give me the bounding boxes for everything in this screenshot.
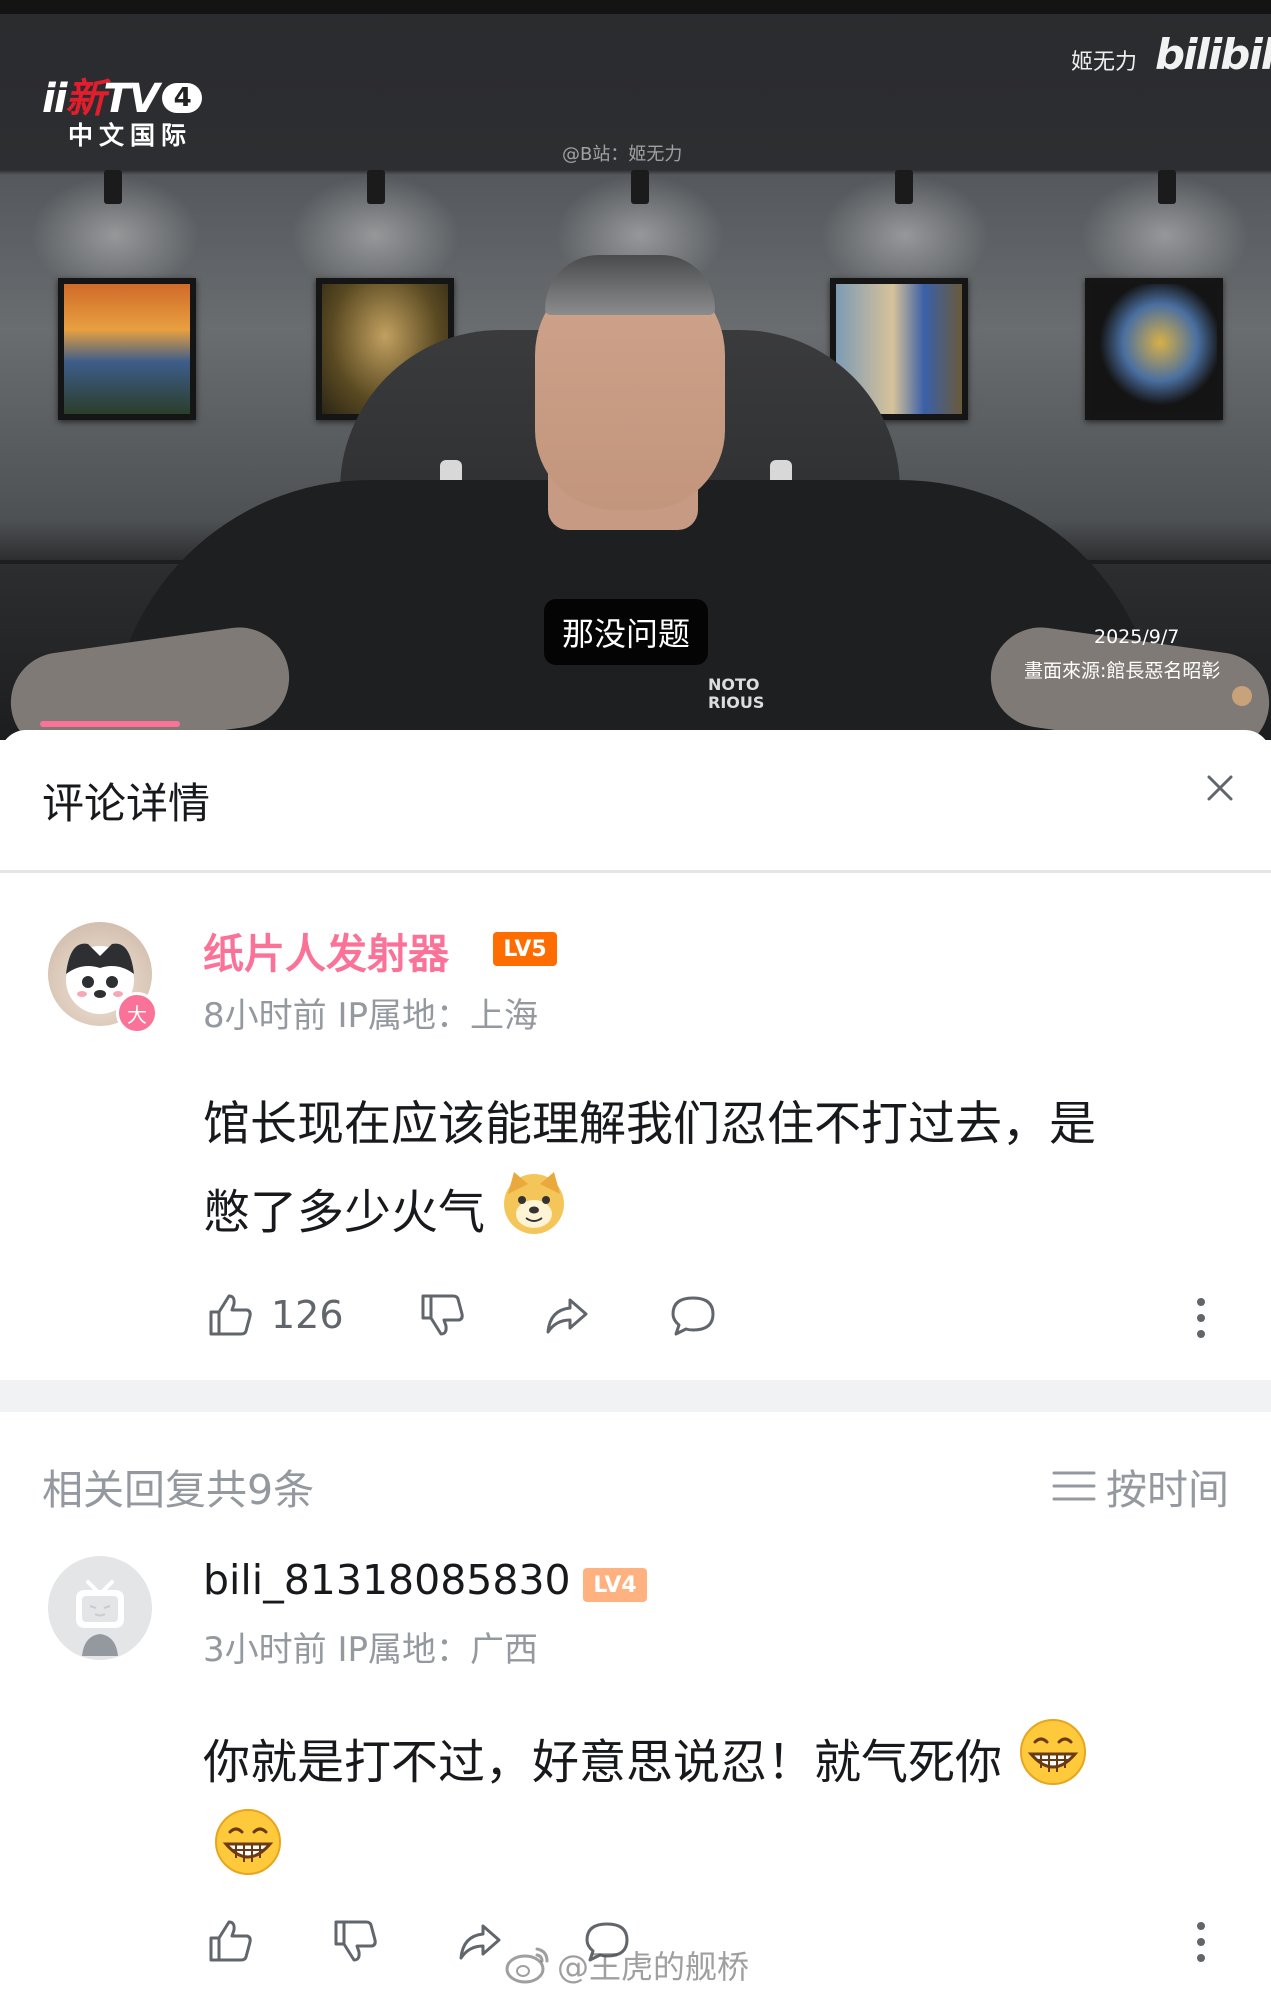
comment-bubble-icon bbox=[671, 1296, 715, 1336]
thumbs-up-icon bbox=[209, 1920, 252, 1962]
video-date: 2025/9/7 bbox=[1094, 626, 1180, 648]
bilibili-logo: bilibili bbox=[1155, 30, 1271, 79]
comment-text-line2-text: 憋了多少火气 bbox=[203, 1185, 485, 1241]
ceiling-lamp bbox=[367, 170, 385, 204]
reply-avatar[interactable] bbox=[48, 1556, 152, 1660]
shirt-logo: NOTO RIOUS bbox=[708, 675, 765, 712]
comment-text-line2: 憋了多少火气 bbox=[203, 1168, 568, 1264]
weibo-watermark: @王虎的舰桥 bbox=[505, 1942, 749, 1988]
video-subtitle: 那没问题 bbox=[544, 599, 709, 665]
sort-button[interactable]: 按时间 bbox=[1052, 1456, 1229, 1516]
uploader-watermark: @B站：姬无力 bbox=[562, 144, 683, 165]
thumbs-down-icon bbox=[421, 1294, 464, 1336]
ceiling-lamp bbox=[631, 170, 649, 204]
section-separator bbox=[0, 1380, 1271, 1412]
comment-username[interactable]: 纸片人发射器 bbox=[203, 920, 449, 980]
ceiling-lamp bbox=[1158, 170, 1176, 204]
person-hair bbox=[545, 255, 715, 315]
weibo-watermark-text: @王虎的舰桥 bbox=[557, 1948, 750, 1986]
level-badge-lv4: LV4 bbox=[583, 1568, 647, 1602]
reply-text: 你就是打不过，好意思说忍！就气死你 bbox=[203, 1716, 1089, 1816]
comment-detail-sheet: 评论详情 大 纸片人发射器 LV5 8小时前 IP属地：上海 馆长现在应该能理解… bbox=[0, 730, 1271, 2015]
video-progress-bar[interactable] bbox=[40, 721, 180, 727]
reply-dislike-button[interactable] bbox=[330, 1916, 380, 1970]
painting-scream bbox=[58, 278, 196, 420]
reply-more-options-button[interactable] bbox=[1193, 1920, 1209, 1968]
sort-label: 按时间 bbox=[1106, 1466, 1229, 1514]
reply-button[interactable] bbox=[668, 1290, 718, 1344]
reply-like-button[interactable] bbox=[205, 1916, 255, 1970]
like-button[interactable]: 126 bbox=[205, 1290, 344, 1340]
reply-text-content: 你就是打不过，好意思说忍！就气死你 bbox=[203, 1735, 1002, 1791]
reply-meta: 3小时前 IP属地：广西 bbox=[203, 1630, 538, 1670]
vip-badge: 大 bbox=[116, 992, 158, 1034]
divider bbox=[0, 870, 1271, 873]
reply-username[interactable]: bili_81318085830 bbox=[203, 1556, 571, 1604]
sort-lines-icon bbox=[1052, 1471, 1096, 1501]
ceiling-lamp bbox=[104, 170, 122, 204]
comment-meta: 8小时前 IP属地：上海 bbox=[203, 996, 538, 1036]
weibo-logo-icon bbox=[505, 1947, 549, 1984]
thumbs-down-icon bbox=[334, 1920, 377, 1962]
share-icon bbox=[459, 1924, 501, 1960]
doge-emoji-icon bbox=[500, 1168, 568, 1264]
ceiling-lamp bbox=[895, 170, 913, 204]
share-button[interactable] bbox=[542, 1290, 592, 1344]
replies-count-title: 相关回复共9条 bbox=[42, 1466, 315, 1514]
cctv4-subtitle: 中文国际 bbox=[68, 121, 193, 150]
more-vertical-icon bbox=[1197, 1922, 1205, 1962]
dislike-button[interactable] bbox=[417, 1290, 467, 1344]
reply-share-button[interactable] bbox=[455, 1916, 505, 1970]
video-source: 畫面來源:館長惡名昭彰 bbox=[1024, 660, 1221, 682]
status-bar-band bbox=[0, 0, 1271, 14]
grin-emoji-icon bbox=[1017, 1716, 1089, 1816]
video-player[interactable]: NOTO RIOUS ii新TV 4 中文国际 @B站：姬无力 姬无力 bilibi… bbox=[0, 0, 1271, 740]
channel-watermark: 姬无力 bbox=[1071, 50, 1138, 75]
share-icon bbox=[546, 1298, 588, 1334]
like-count: 126 bbox=[271, 1293, 344, 1337]
comment-text-line1: 馆长现在应该能理解我们忍住不打过去，是 bbox=[203, 1097, 1096, 1152]
level-badge-lv5: LV5 bbox=[493, 932, 557, 966]
bilibili-tv-avatar-icon bbox=[76, 1580, 124, 1656]
close-icon[interactable] bbox=[1200, 768, 1240, 808]
thumbs-up-icon bbox=[209, 1294, 252, 1336]
more-vertical-icon bbox=[1197, 1298, 1205, 1338]
grin-emoji-icon bbox=[212, 1806, 284, 1882]
source-avatar-icon bbox=[1232, 686, 1252, 706]
sheet-title: 评论详情 bbox=[42, 779, 211, 828]
painting-pearl-earring bbox=[1085, 278, 1223, 420]
more-options-button[interactable] bbox=[1193, 1296, 1209, 1344]
